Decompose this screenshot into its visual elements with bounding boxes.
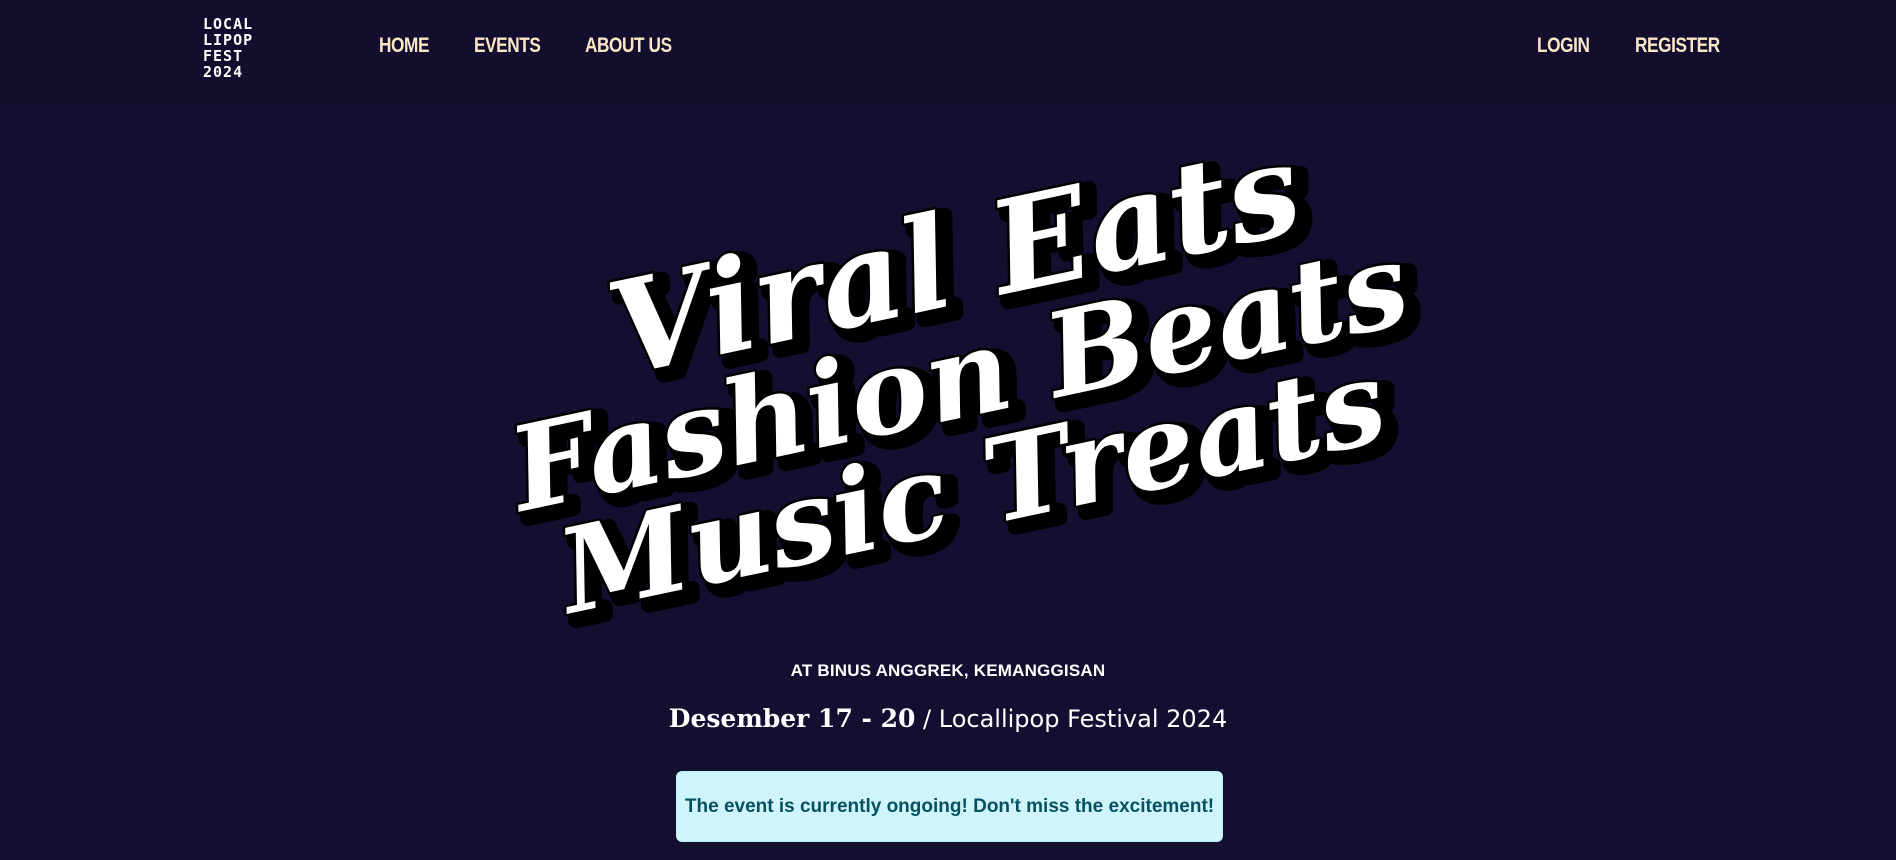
nav-home-link[interactable]: HOME (379, 34, 429, 58)
event-date-line: Desember 17 - 20 / Locallipop Festival 2… (0, 704, 1896, 733)
nav-register-link[interactable]: REGISTER (1635, 34, 1720, 58)
navbar: LOCAL LIPOP FEST 2024 HOME EVENTS ABOUT … (0, 0, 1896, 97)
nav-events-link[interactable]: EVENTS (474, 34, 541, 58)
hero-headline: Viral Eats Viral Eats Fashion Beats Fash… (493, 111, 1437, 637)
nav-about-link[interactable]: ABOUT US (585, 34, 672, 58)
event-name: / Locallipop Festival 2024 (915, 705, 1228, 733)
site-logo[interactable]: LOCAL LIPOP FEST 2024 (203, 16, 253, 80)
logo-line: FEST (203, 47, 244, 65)
event-dates: Desember 17 - 20 (668, 704, 916, 733)
logo-line: 2024 (203, 63, 244, 81)
logo-line: LIPOP (203, 31, 254, 49)
alert-message: The event is currently ongoing! Don't mi… (684, 795, 1215, 817)
nav-login-link[interactable]: LOGIN (1537, 34, 1590, 58)
event-venue: AT BINUS ANGGREK, KEMANGGISAN (790, 661, 1106, 680)
event-status-alert: The event is currently ongoing! Don't mi… (676, 771, 1223, 842)
logo-line: LOCAL (203, 15, 254, 33)
